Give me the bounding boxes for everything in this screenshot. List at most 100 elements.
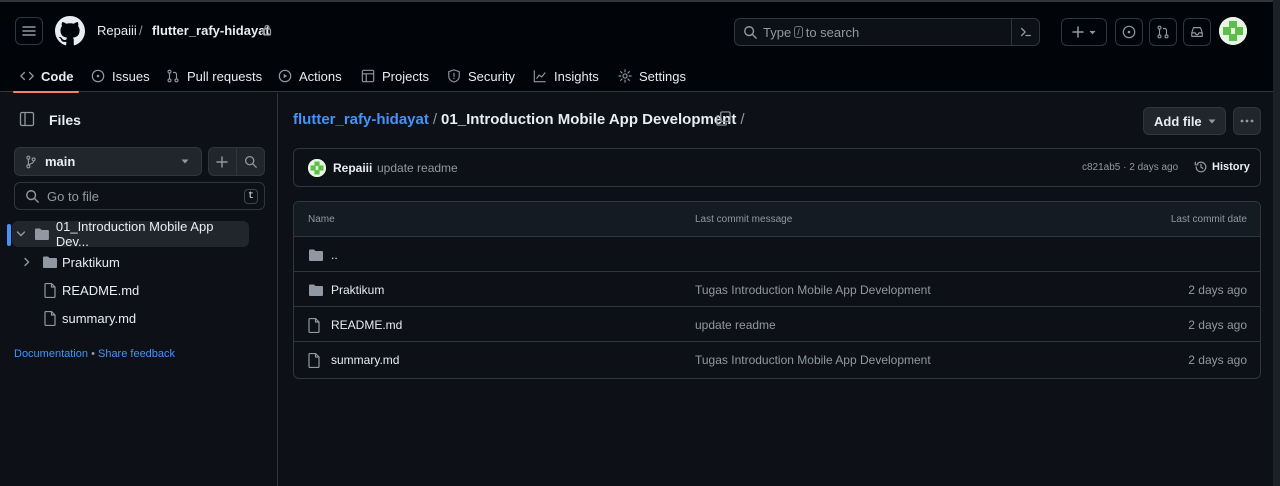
row-commit-message[interactable]: Tugas Introduction Mobile App Developmen… [695,283,931,297]
commit-message-link[interactable]: update readme [377,161,458,175]
history-button[interactable]: History [1194,160,1250,174]
tab-security[interactable]: Security [447,65,515,87]
path-trailing-separator: / [740,111,745,128]
row-commit-message[interactable]: update readme [695,318,776,332]
header-last-commit-date: Last commit date [1170,214,1247,225]
search-icon [26,190,39,203]
add-file-label: Add file [1154,113,1202,129]
github-logo-icon[interactable] [55,16,85,46]
commit-hash-and-time[interactable]: c821ab5 · 2 days ago [1082,162,1178,173]
link-separator: • [91,348,95,360]
search-shortcut-key: / [794,26,803,38]
command-palette-icon[interactable] [1011,18,1039,46]
documentation-link[interactable]: Documentation [14,348,88,360]
identicon-icon [308,159,326,177]
tab-projects[interactable]: Projects [361,65,429,87]
path-separator: / [432,111,438,128]
search-icon [244,155,257,168]
user-avatar[interactable] [1219,17,1247,45]
identicon-icon [1219,17,1247,45]
search-placeholder-start: Type [763,24,792,40]
branch-name: main [45,154,76,169]
issues-button[interactable] [1115,18,1143,46]
tree-item-summary[interactable]: summary.md [44,305,136,331]
tab-settings-label: Settings [639,68,686,84]
table-row[interactable]: Praktikum Tugas Introduction Mobile App … [294,272,1260,307]
branch-selector[interactable]: main [14,147,202,176]
table-row[interactable]: README.md update readme 2 days ago [294,307,1260,342]
tree-item-label: summary.md [62,310,137,326]
chevron-down-icon [16,231,26,237]
add-file-button[interactable] [209,148,237,175]
folder-icon [308,248,324,262]
row-name[interactable]: README.md [331,318,402,332]
path-repo-link[interactable]: flutter_rafy-hidayat [293,111,429,128]
gear-icon [618,69,632,83]
tree-item-current-folder[interactable]: 01_Introduction Mobile App Dev... [12,219,249,249]
hamburger-icon [22,26,36,36]
table-header: Name Last commit message Last commit dat… [294,202,1260,237]
files-heading: Files [49,112,81,128]
pull-requests-button[interactable] [1149,18,1177,46]
table-row[interactable]: summary.md Tugas Introduction Mobile App… [294,342,1260,377]
inbox-icon [1191,27,1203,37]
row-commit-date: 2 days ago [1188,283,1247,297]
row-name[interactable]: .. [331,248,338,262]
inbox-button[interactable] [1183,18,1211,46]
history-label: History [1212,161,1250,173]
breadcrumb-owner[interactable]: Repaiii [97,23,137,38]
tab-code[interactable]: Code [20,65,74,87]
kebab-horizontal-icon [1240,119,1254,123]
collapse-sidebar-button[interactable] [14,106,40,132]
chevron-down-icon [181,159,189,164]
path-breadcrumb: flutter_rafy-hidayat / 01_Introduction M… [293,111,745,128]
file-table: Name Last commit message Last commit dat… [293,201,1261,379]
copy-path-icon[interactable] [716,111,731,126]
search-input[interactable]: Type / to search [734,18,1040,46]
tree-item-label: Praktikum [62,254,120,270]
breadcrumb-repo[interactable]: flutter_rafy-hidayat [152,23,270,38]
search-icon [743,25,757,39]
file-tree-sidebar: Files main t 01_Introduction Mobile App … [0,93,278,486]
branch-icon [26,155,36,168]
commit-author-avatar[interactable] [308,159,326,177]
tree-item-readme[interactable]: README.md [44,277,139,303]
menu-button[interactable] [15,17,43,45]
tab-pull-requests[interactable]: Pull requests [166,65,262,87]
file-icon [44,282,56,298]
more-options-button[interactable] [1233,107,1261,135]
chevron-right-icon [24,257,30,267]
tree-item-label: 01_Introduction Mobile App Dev... [55,219,214,249]
tab-issues[interactable]: Issues [91,65,150,87]
row-name[interactable]: summary.md [331,353,399,367]
code-icon [20,71,34,81]
search-placeholder: Type / to search [763,25,859,40]
window-scrollbar[interactable] [1273,0,1280,486]
tab-settings[interactable]: Settings [618,65,686,87]
header-row: Repaiii / flutter_rafy-hidayat Type / to… [0,2,1280,60]
repo-tabs: Code Issues Pull requests Actions Projec… [0,58,1280,94]
tab-actions-label: Actions [299,68,342,84]
go-to-file-field[interactable]: t [14,182,265,210]
breadcrumb-separator: / [139,23,143,38]
create-new-button[interactable] [1061,18,1107,46]
row-commit-date: 2 days ago [1188,318,1247,332]
pull-request-icon [1157,25,1169,39]
chevron-down-icon [1208,119,1216,124]
row-name[interactable]: Praktikum [331,283,384,297]
lock-icon [262,24,272,36]
tab-pull-requests-label: Pull requests [187,68,263,84]
tab-actions[interactable]: Actions [278,65,342,87]
tab-insights[interactable]: Insights [533,65,599,87]
commit-author-link[interactable]: Repaiii [333,161,372,175]
plus-caret-icon [1072,26,1096,38]
search-files-button[interactable] [237,148,264,175]
tab-code-label: Code [41,68,74,84]
go-to-file-input[interactable] [47,188,237,204]
add-file-dropdown[interactable]: Add file [1143,107,1226,135]
row-commit-message[interactable]: Tugas Introduction Mobile App Developmen… [695,353,931,367]
file-icon [308,353,320,368]
table-row[interactable]: .. [294,237,1260,272]
tree-item-praktikum[interactable]: Praktikum [22,249,120,275]
share-feedback-link[interactable]: Share feedback [98,348,175,360]
